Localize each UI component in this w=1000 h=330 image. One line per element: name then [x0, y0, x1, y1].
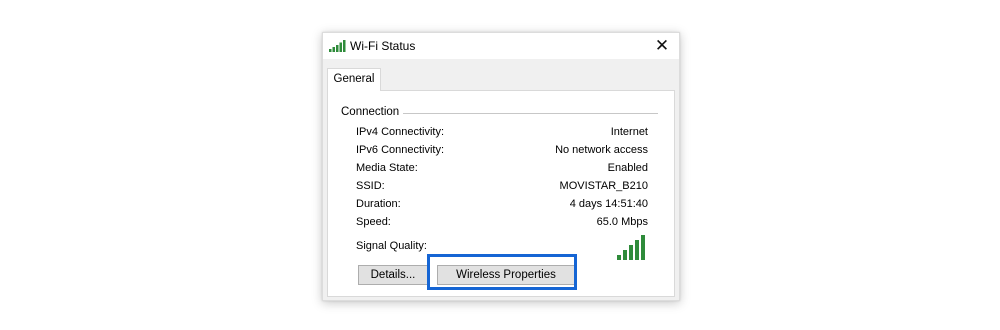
signal-quality-label: Signal Quality:	[356, 240, 427, 252]
media-state-value: Enabled	[607, 162, 648, 174]
signal-bar	[617, 255, 621, 260]
signal-bar	[641, 235, 645, 260]
details-button[interactable]: Details...	[358, 265, 428, 285]
signal-bar	[629, 245, 633, 260]
wifi-signal-icon	[329, 40, 346, 52]
title-bar[interactable]: Wi-Fi Status ✕	[323, 33, 679, 59]
duration-value: 4 days 14:51:40	[569, 198, 648, 210]
speed-label: Speed:	[356, 216, 391, 228]
window-title: Wi-Fi Status	[350, 39, 416, 53]
signal-bar	[635, 240, 639, 260]
group-divider	[403, 113, 658, 114]
close-button[interactable]: ✕	[645, 33, 679, 59]
signal-bar	[623, 250, 627, 260]
media-state-label: Media State:	[356, 162, 418, 174]
ssid-label: SSID:	[356, 180, 385, 192]
ipv4-connectivity-value: Internet	[610, 126, 648, 138]
general-tab-panel: Connection IPv4 Connectivity: Internet I…	[327, 90, 675, 297]
connection-group-label: Connection	[341, 106, 404, 118]
duration-label: Duration:	[356, 198, 401, 210]
wireless-properties-button[interactable]: Wireless Properties	[437, 265, 575, 285]
ipv4-connectivity-label: IPv4 Connectivity:	[356, 126, 445, 138]
close-icon: ✕	[654, 36, 670, 55]
ipv6-connectivity-value: No network access	[555, 144, 648, 156]
signal-strength-icon	[617, 235, 645, 260]
ipv6-connectivity-label: IPv6 Connectivity:	[356, 144, 445, 156]
speed-value: 65.0 Mbps	[596, 216, 648, 228]
tab-general[interactable]: General	[327, 68, 381, 91]
ssid-value: MOVISTAR_B210	[559, 180, 648, 192]
wifi-status-dialog: Wi-Fi Status ✕ General Connection IPv4 C…	[322, 32, 680, 301]
